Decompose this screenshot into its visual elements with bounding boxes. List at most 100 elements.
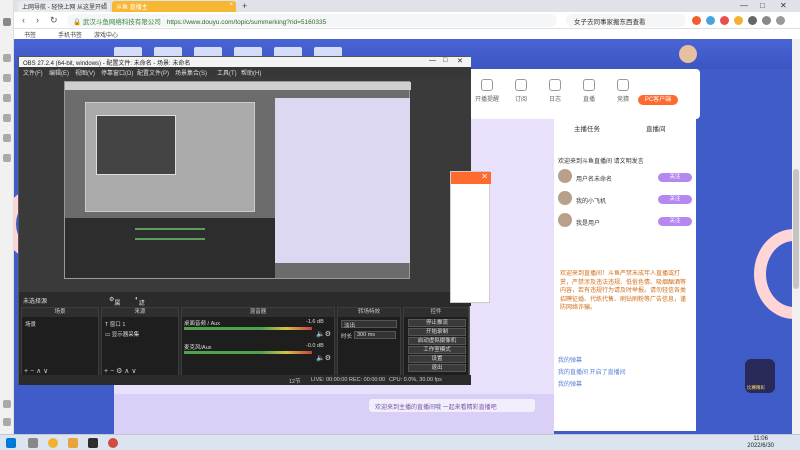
bookmark-item[interactable]: 书签 [24, 30, 36, 39]
duration-input[interactable]: 300 ms [354, 331, 396, 339]
tab-douyu[interactable]: 斗鱼 直播主 × [112, 1, 236, 12]
menu-file[interactable]: 文件(F) [23, 68, 43, 77]
banner-item[interactable]: 竞猜 [608, 79, 638, 103]
clock[interactable]: 11:06 2022/6/30 [747, 436, 774, 450]
forward-icon[interactable]: › [36, 15, 39, 25]
avatar[interactable] [679, 45, 697, 63]
source-item[interactable]: ▭ 显示器采集 [105, 330, 139, 338]
status-live: LIVE: 00:00:00 [311, 377, 348, 383]
chat-notice: 欢迎来到斗鱼直播间 请文明发言 [558, 159, 644, 165]
obs-statusbar: 12节 LIVE: 00:00:00 REC: 00:00:00 CPU: 0.… [19, 375, 471, 385]
scroll-thumb[interactable] [793, 169, 799, 289]
scene-controls[interactable]: + − ∧ ∨ [24, 367, 48, 375]
popup-close-icon[interactable]: ✕ [451, 172, 491, 184]
tip-bar: 欢迎来到主播的直播间哦 一起来看精彩直播吧 [369, 399, 535, 412]
extension-icon[interactable] [692, 16, 701, 25]
source-item[interactable]: T 窗口 1 [105, 320, 125, 328]
transition-select[interactable]: 淡出 [341, 320, 397, 329]
follow-button[interactable]: 关注 [658, 217, 692, 226]
close-window-icon[interactable]: ✕ [780, 1, 787, 10]
pc-client-button[interactable]: PC客户端 [638, 95, 678, 105]
menu-help[interactable]: 帮助(H) [241, 68, 261, 77]
url-input[interactable]: 🔒 武汉斗鱼网络科技有限公司 https://www.douyu.com/top… [67, 14, 557, 27]
close-icon[interactable]: ✕ [457, 57, 463, 65]
search-icon[interactable] [3, 114, 11, 122]
audio-meter [184, 351, 312, 354]
browser-sidebar [0, 0, 14, 434]
bookmark-item[interactable]: 游戏中心 [94, 30, 118, 39]
user-name[interactable]: 用户名未命名 [576, 174, 636, 183]
banner-item[interactable]: 直播 [574, 79, 604, 103]
bell-icon [481, 79, 493, 91]
avatar[interactable] [558, 191, 572, 205]
settings-button[interactable]: 设置 [408, 355, 466, 363]
obs-preview[interactable] [19, 77, 471, 292]
page-scrollbar[interactable] [792, 39, 800, 434]
menu-edit[interactable]: 编辑(E) [49, 68, 69, 77]
menu-scene-collection[interactable]: 场景集合(S) [175, 68, 207, 77]
extension-icon[interactable] [748, 16, 757, 25]
minimize-icon[interactable]: — [740, 1, 748, 10]
virtual-camera-button[interactable]: 启动虚拟摄像机 [408, 337, 466, 345]
menu-profile[interactable]: 配置文件(P) [137, 68, 169, 77]
studio-mode-button[interactable]: 工作室模式 [408, 346, 466, 354]
user-name[interactable]: 我的小飞机 [576, 196, 636, 205]
back-icon[interactable]: ‹ [22, 15, 25, 25]
add-icon[interactable] [3, 400, 11, 408]
source-controls[interactable]: + − ⚙ ∧ ∨ [104, 367, 136, 375]
scene-item[interactable]: 场景 [25, 320, 36, 328]
menu-docks[interactable]: 停靠窗口(D) [101, 68, 133, 77]
mascot-image: 比赛精彩 [745, 359, 775, 393]
app-icon[interactable] [88, 438, 98, 448]
speaker-icon[interactable]: 🔈⚙ [316, 330, 331, 338]
tip-text: 欢迎来到主播的直播间哦 一起来看精彩直播吧 [375, 405, 497, 411]
banner-item[interactable]: 开播提醒 [472, 79, 502, 103]
close-icon[interactable]: × [103, 2, 107, 8]
taskbar: 11:06 2022/6/30 [0, 434, 800, 450]
stop-streaming-button[interactable]: 停止推流 [408, 319, 466, 327]
message-icon[interactable] [3, 94, 11, 102]
user-name[interactable]: 我是用户 [576, 218, 636, 227]
note-icon[interactable] [3, 134, 11, 142]
follow-button[interactable]: 关注 [658, 195, 692, 204]
maximize-icon[interactable]: □ [760, 1, 765, 10]
star-icon[interactable] [3, 18, 11, 26]
menu-icon[interactable] [776, 16, 785, 25]
task-view-icon[interactable] [28, 438, 38, 448]
status-cpu: CPU: 0.0%, 30.00 fps [389, 377, 442, 383]
close-icon[interactable]: × [229, 2, 233, 8]
avatar[interactable] [558, 169, 572, 183]
follow-button[interactable]: 关注 [658, 173, 692, 182]
avatar[interactable] [558, 213, 572, 227]
exit-button[interactable]: 退出 [408, 364, 466, 372]
speaker-icon[interactable]: 🔈⚙ [316, 354, 331, 362]
extension-icon[interactable] [706, 16, 715, 25]
refresh-icon[interactable]: ↻ [50, 15, 58, 26]
chrome-icon[interactable] [48, 438, 58, 448]
tab-navigation[interactable]: 上网导航 - 轻快上网 从这里开始 × [18, 1, 110, 12]
menu-view[interactable]: 视图(V) [75, 68, 95, 77]
history-icon[interactable] [3, 74, 11, 82]
obs-icon[interactable] [108, 438, 118, 448]
extension-icon[interactable] [762, 16, 771, 25]
menu-icon[interactable] [3, 418, 11, 426]
extension-icon[interactable] [720, 16, 729, 25]
filters-button[interactable]: ◐ 滤镜 [135, 296, 145, 316]
start-recording-button[interactable]: 开始录制 [408, 328, 466, 336]
new-tab-button[interactable]: + [242, 1, 247, 11]
settings-icon[interactable] [3, 154, 11, 162]
chat-tab[interactable]: 主播任务 [574, 123, 600, 133]
extension-icon[interactable] [734, 16, 743, 25]
download-icon[interactable] [3, 54, 11, 62]
banner-item[interactable]: 日志 [540, 79, 570, 103]
properties-button[interactable]: ⚙ 属性 [109, 296, 120, 316]
chat-tab[interactable]: 直播间 [646, 123, 666, 133]
windows-start-icon[interactable] [6, 438, 16, 448]
bookmark-item[interactable]: 手机书签 [58, 30, 82, 39]
app-icon[interactable] [68, 438, 78, 448]
maximize-icon[interactable]: □ [443, 57, 447, 64]
banner-item[interactable]: 订阅 [506, 79, 536, 103]
search-input[interactable]: 女子去同事家搬东西查看 [566, 14, 686, 27]
minimize-icon[interactable]: — [429, 57, 436, 64]
menu-tools[interactable]: 工具(T) [217, 68, 237, 77]
